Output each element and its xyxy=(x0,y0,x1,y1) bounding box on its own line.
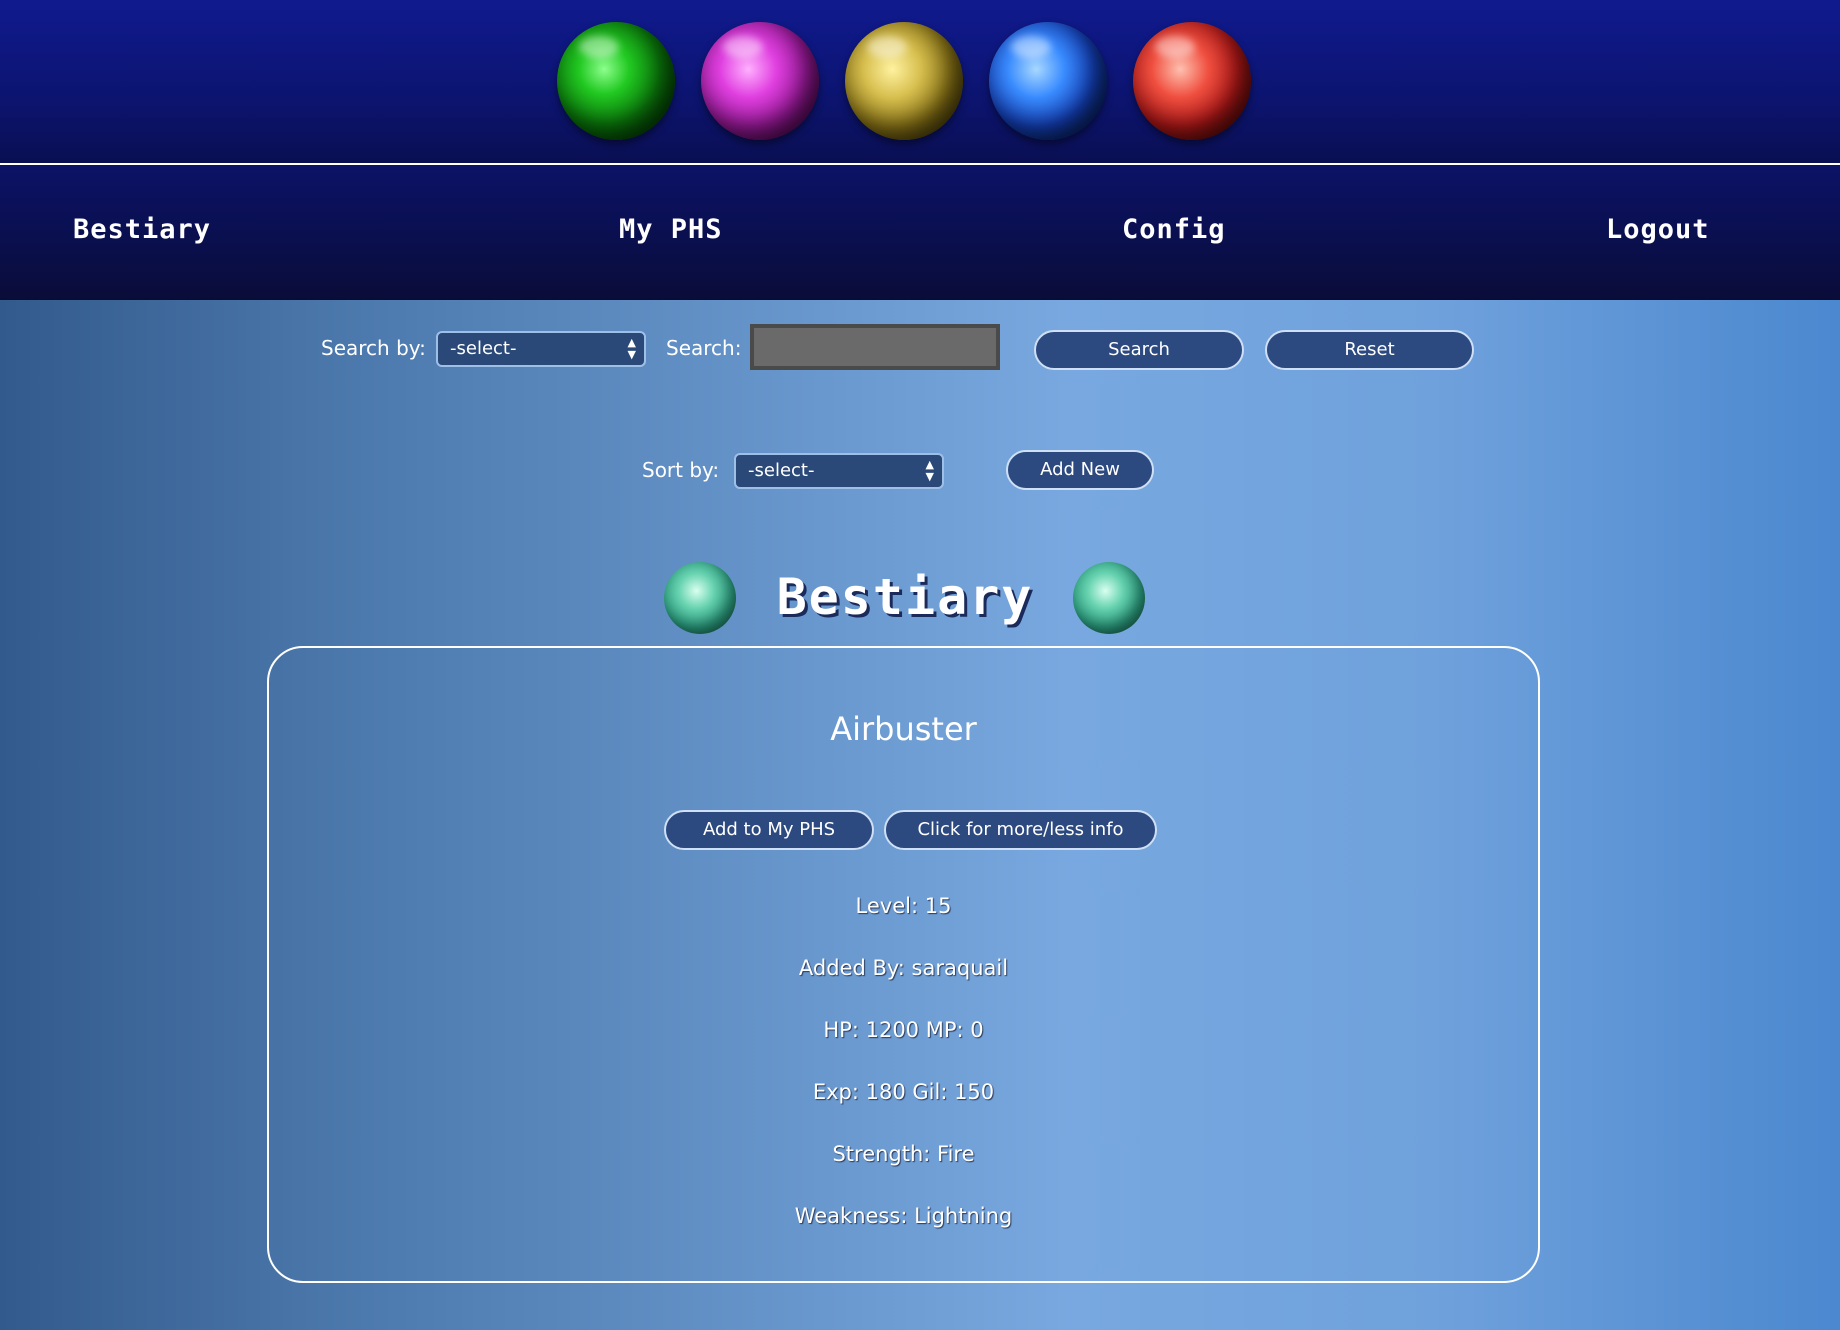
select-arrows-icon: ▲ ▼ xyxy=(627,336,636,361)
header-banner xyxy=(0,0,1840,165)
nav-config-link[interactable]: Config xyxy=(1122,205,1226,255)
page-title: Bestiary xyxy=(776,568,1034,626)
search-by-select[interactable]: -select- ▲ ▼ xyxy=(436,331,646,367)
search-button[interactable]: Search xyxy=(1034,330,1244,370)
title-orb-icon xyxy=(1073,562,1145,634)
select-arrows-icon: ▲ ▼ xyxy=(925,458,934,483)
red-orb-icon xyxy=(1133,22,1251,140)
stat-exp-gil: Exp: 180 Gil: 150 xyxy=(812,1080,995,1104)
stat-weakness: Weakness: Lightning xyxy=(794,1204,1013,1228)
title-orb-icon xyxy=(664,562,736,634)
stat-strength: Strength: Fire xyxy=(832,1142,975,1166)
stat-level: Level: 15 xyxy=(855,894,952,918)
add-to-my-phs-button[interactable]: Add to My PHS xyxy=(664,810,874,850)
nav-logout-link[interactable]: Logout xyxy=(1606,205,1710,255)
more-info-button[interactable]: Click for more/less info xyxy=(884,810,1157,850)
add-new-button[interactable]: Add New xyxy=(1006,450,1154,490)
green-orb-icon xyxy=(557,22,675,140)
blue-orb-icon xyxy=(989,22,1107,140)
monster-card: Airbuster Add to My PHS Click for more/l… xyxy=(267,646,1540,1283)
sort-by-label: Sort by: xyxy=(642,458,720,482)
search-by-label: Search by: xyxy=(321,336,426,360)
stat-hp-mp: HP: 1200 MP: 0 xyxy=(823,1018,984,1042)
page: Bestiary My PHS Config Logout Search by:… xyxy=(0,0,1840,1330)
yellow-orb-icon xyxy=(845,22,963,140)
nav-my-phs-link[interactable]: My PHS xyxy=(619,205,723,255)
search-input[interactable] xyxy=(750,324,1000,370)
stat-added-by: Added By: saraquail xyxy=(798,956,1009,980)
search-by-value: -select- xyxy=(450,338,517,359)
sort-by-select[interactable]: -select- ▲ ▼ xyxy=(734,453,944,489)
sort-by-value: -select- xyxy=(748,460,815,481)
nav-bar: Bestiary My PHS Config Logout xyxy=(0,165,1840,300)
monster-name: Airbuster xyxy=(830,710,977,748)
purple-orb-icon xyxy=(701,22,819,140)
reset-button[interactable]: Reset xyxy=(1265,330,1474,370)
nav-bestiary-link[interactable]: Bestiary xyxy=(73,205,211,255)
search-label: Search: xyxy=(666,336,742,360)
